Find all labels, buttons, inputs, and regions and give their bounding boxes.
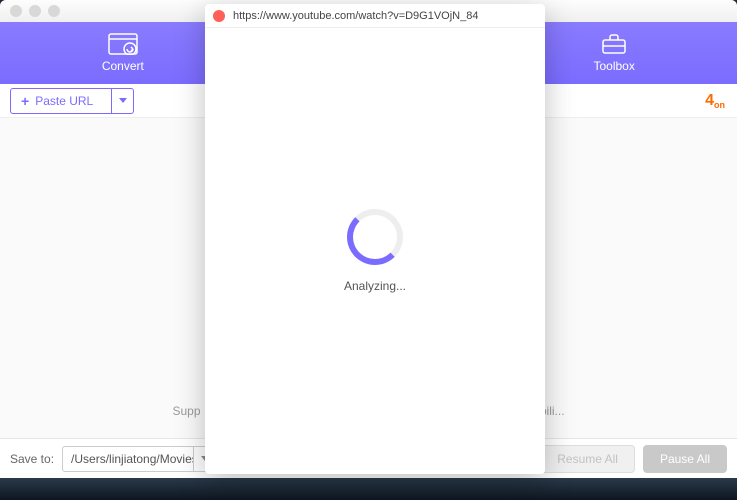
tab-convert-label: Convert bbox=[102, 59, 144, 73]
resume-all-button[interactable]: Resume All bbox=[540, 445, 635, 473]
modal-body: Analyzing... bbox=[205, 28, 545, 474]
tab-toolbox-label: Toolbox bbox=[593, 59, 634, 73]
traffic-light-minimize[interactable] bbox=[29, 5, 41, 17]
toolbox-icon bbox=[601, 33, 627, 55]
paste-url-button[interactable]: Paste URL bbox=[10, 88, 134, 114]
brand-suffix: on bbox=[714, 100, 725, 110]
analyze-modal: https://www.youtube.com/watch?v=D9G1VOjN… bbox=[205, 4, 545, 474]
save-path-value: /Users/linjiatong/Movies... bbox=[63, 447, 193, 471]
traffic-light-zoom[interactable] bbox=[48, 5, 60, 17]
save-to-label: Save to: bbox=[10, 452, 54, 466]
modal-close-button[interactable] bbox=[213, 10, 225, 22]
brand-badge[interactable]: on bbox=[705, 92, 727, 110]
desktop-dock-strip bbox=[0, 478, 737, 500]
loading-spinner-icon bbox=[347, 209, 403, 265]
modal-titlebar: https://www.youtube.com/watch?v=D9G1VOjN… bbox=[205, 4, 545, 28]
traffic-light-close[interactable] bbox=[10, 5, 22, 17]
modal-status-text: Analyzing... bbox=[344, 279, 406, 293]
paste-url-dropdown[interactable] bbox=[111, 89, 133, 113]
pause-all-button[interactable]: Pause All bbox=[643, 445, 727, 473]
convert-icon bbox=[108, 33, 138, 55]
save-path-select[interactable]: /Users/linjiatong/Movies... bbox=[62, 446, 216, 472]
paste-url-label: Paste URL bbox=[35, 94, 93, 108]
modal-url-text: https://www.youtube.com/watch?v=D9G1VOjN… bbox=[233, 10, 478, 22]
